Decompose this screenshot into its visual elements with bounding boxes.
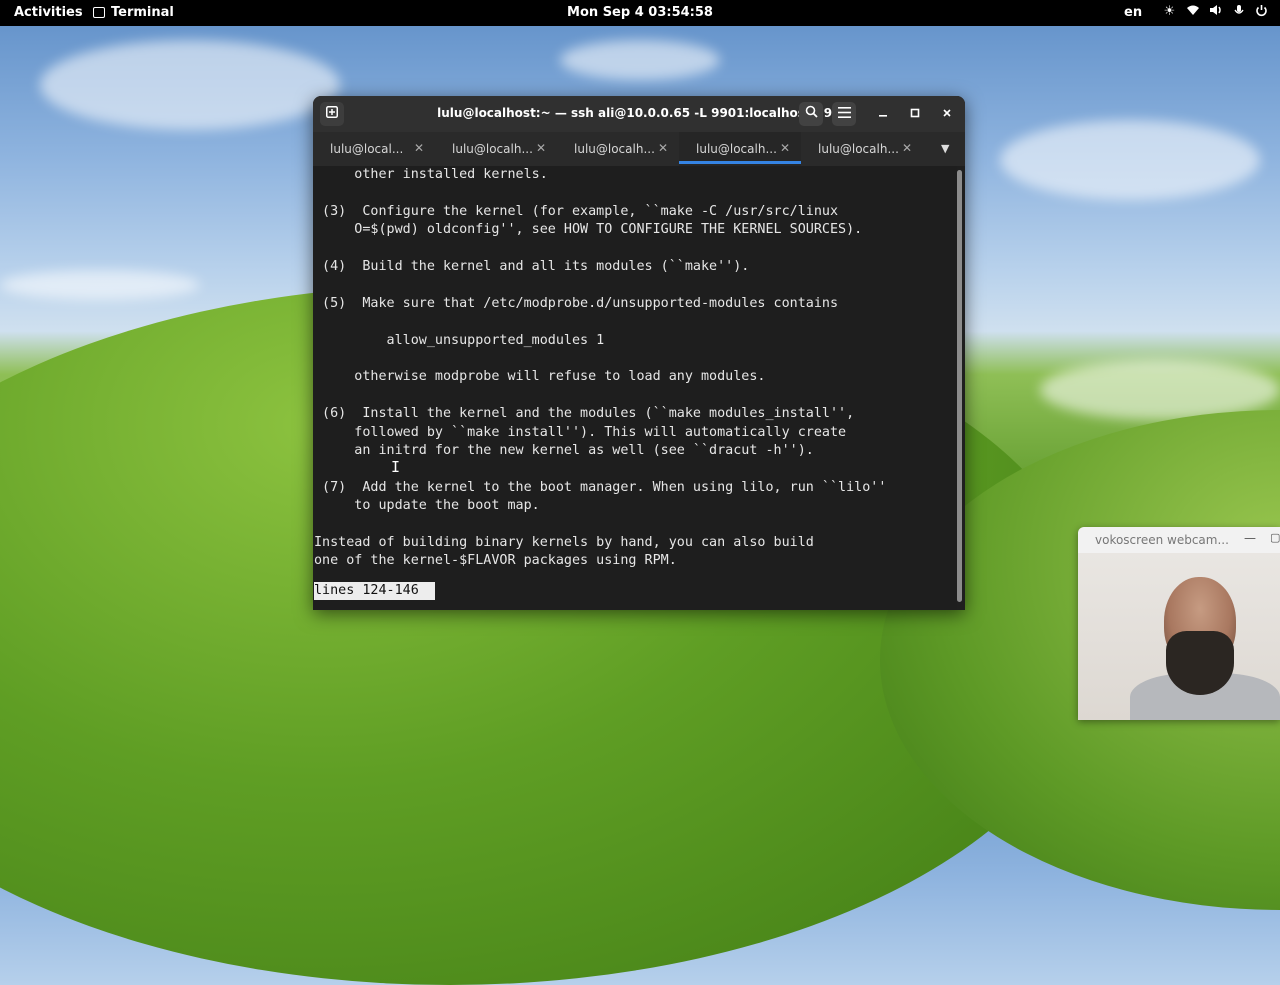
maximize-button[interactable]	[903, 102, 927, 126]
tab-label: lulu@localh...	[696, 142, 777, 156]
maximize-icon	[910, 108, 920, 118]
tab-bar: lulu@local... ✕ lulu@localh... ✕ lulu@lo…	[313, 132, 965, 166]
wifi-icon	[1185, 4, 1200, 21]
terminal-output[interactable]: other installed kernels. (3) Configure t…	[313, 166, 957, 610]
tab-label: lulu@localh...	[818, 142, 899, 156]
window-title: lulu@localhost:~ — ssh ali@10.0.0.65 -L …	[437, 106, 849, 120]
terminal-line: (7) Add the kernel to the boot manager. …	[314, 479, 887, 495]
webcam-window[interactable]: vokoscreen webcam... — ▢	[1078, 527, 1280, 720]
tab-1[interactable]: lulu@local... ✕	[313, 132, 435, 166]
plus-icon	[326, 106, 338, 118]
terminal-line: (4) Build the kernel and all its modules…	[314, 259, 750, 274]
brightness-icon: ☀	[1163, 4, 1176, 19]
tab-list-dropdown-icon[interactable]: ▼	[941, 142, 949, 155]
tab-4-active[interactable]: lulu@localh... ✕	[679, 132, 801, 166]
tab-close-icon[interactable]: ✕	[902, 141, 912, 155]
system-tray[interactable]: ☀	[1162, 4, 1269, 21]
terminal-scrollbar[interactable]	[957, 170, 962, 602]
volume-icon	[1208, 4, 1223, 21]
close-button[interactable]	[935, 102, 959, 126]
person-beard	[1166, 631, 1234, 695]
terminal-line: one of the kernel-$FLAVOR packages using…	[314, 553, 677, 569]
terminal-line: Instead of building binary kernels by ha…	[314, 535, 814, 550]
search-icon	[805, 105, 818, 118]
tab-label: lulu@localh...	[574, 142, 655, 156]
webcam-title: vokoscreen webcam...	[1095, 533, 1229, 547]
menu-button[interactable]	[832, 102, 856, 126]
terminal-line: (3) Configure the kernel (for example, `…	[314, 203, 839, 219]
terminal-line: otherwise modprobe will refuse to load a…	[314, 369, 766, 385]
new-tab-button[interactable]	[320, 102, 344, 126]
power-icon	[1254, 4, 1269, 21]
microphone-icon	[1231, 4, 1246, 21]
search-button[interactable]	[799, 102, 823, 126]
terminal-line: an initrd for the new kernel as well (se…	[314, 443, 814, 458]
hamburger-icon	[837, 107, 851, 118]
close-icon	[943, 109, 951, 117]
webcam-feed	[1078, 553, 1280, 720]
terminal-headerbar[interactable]: lulu@localhost:~ — ssh ali@10.0.0.65 -L …	[313, 96, 965, 132]
tab-close-icon[interactable]: ✕	[536, 141, 546, 155]
tab-label: lulu@local...	[330, 142, 404, 156]
tab-3[interactable]: lulu@localh... ✕	[557, 132, 679, 166]
clock-button[interactable]: Mon Sep 4 03:54:58	[0, 5, 1280, 20]
tab-2[interactable]: lulu@localh... ✕	[435, 132, 557, 166]
webcam-maximize-button[interactable]: ▢	[1270, 531, 1280, 544]
language-indicator[interactable]: en	[1124, 5, 1142, 20]
terminal-line: to update the boot map.	[314, 498, 540, 514]
tab-close-icon[interactable]: ✕	[658, 141, 668, 155]
tab-label: lulu@localh...	[452, 142, 533, 156]
pager-status-line: lines 124-146	[314, 582, 435, 600]
tab-5[interactable]: lulu@localh... ✕	[801, 132, 923, 166]
top-bar: Activities Terminal Mon Sep 4 03:54:58 e…	[0, 0, 1280, 26]
terminal-line: allow_unsupported_modules 1	[314, 332, 605, 348]
minimize-button[interactable]	[871, 102, 895, 126]
text-cursor-icon: I	[391, 458, 401, 476]
terminal-window[interactable]: lulu@localhost:~ — ssh ali@10.0.0.65 -L …	[313, 96, 965, 610]
terminal-line: followed by ``make install''). This will…	[314, 424, 847, 440]
tab-close-icon[interactable]: ✕	[414, 141, 424, 155]
terminal-line: (5) Make sure that /etc/modprobe.d/unsup…	[314, 295, 839, 311]
tab-close-icon[interactable]: ✕	[780, 141, 790, 155]
terminal-line: other installed kernels.	[314, 167, 548, 182]
webcam-minimize-button[interactable]: —	[1244, 531, 1256, 545]
minimize-icon	[879, 115, 887, 117]
terminal-line: (6) Install the kernel and the modules (…	[314, 406, 855, 422]
terminal-line: O=$(pwd) oldconfig'', see HOW TO CONFIGU…	[314, 222, 863, 238]
